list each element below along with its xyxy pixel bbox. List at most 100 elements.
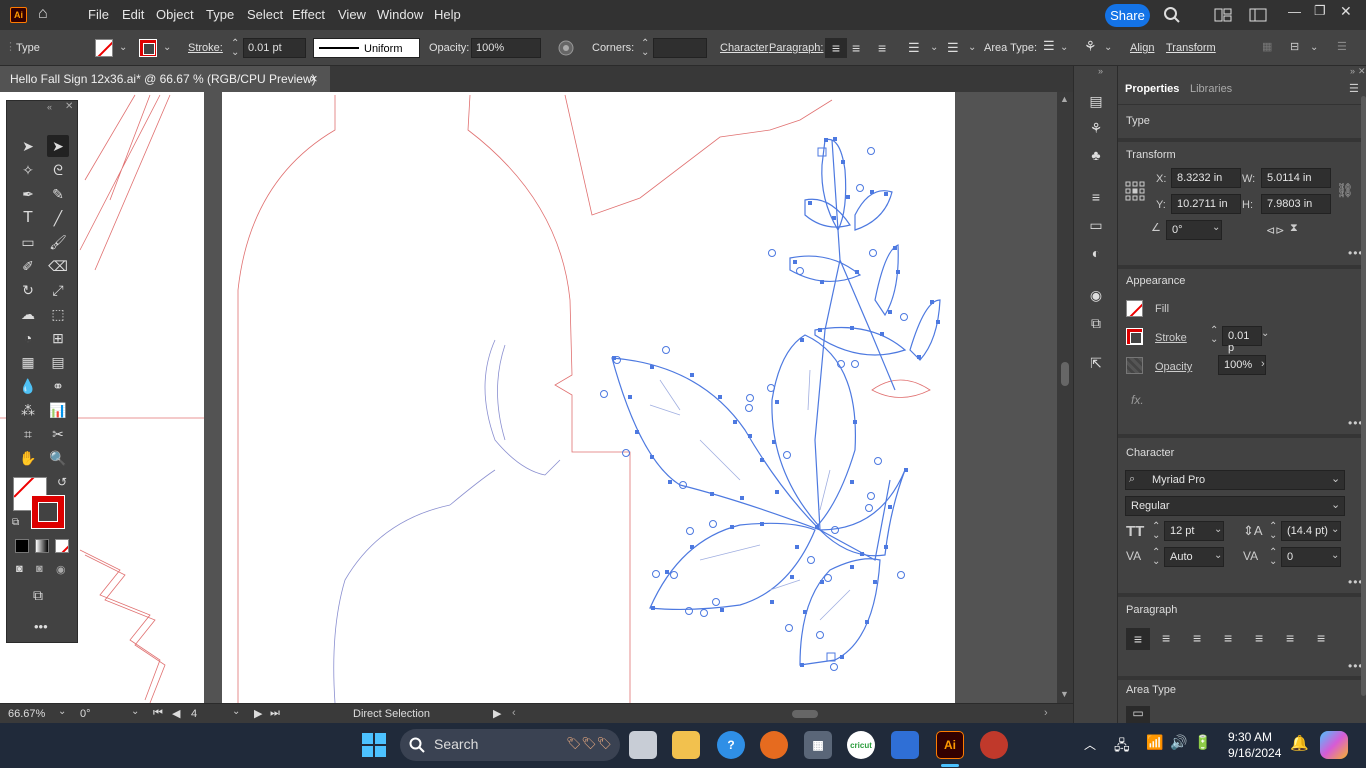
menu-object[interactable]: Object [156, 7, 194, 22]
font-size-stepper-icon[interactable]: ⌃ ⌄ [1152, 522, 1160, 541]
chevron-down-icon[interactable]: ⌄ [232, 706, 240, 717]
justify-all-icon[interactable]: ≡ [1317, 630, 1325, 646]
menu-effect[interactable]: Effect [292, 7, 325, 22]
justify-right-icon[interactable]: ≡ [1286, 630, 1294, 646]
numbered-list-icon[interactable]: ☰ [947, 40, 959, 56]
brushes-panel-icon[interactable]: ⚘ [1087, 119, 1105, 137]
design-space-icon[interactable] [980, 731, 1008, 759]
scrollbar-thumb[interactable] [1061, 362, 1069, 386]
tab-properties[interactable]: Properties [1125, 83, 1179, 95]
chevron-down-icon[interactable]: ⌄ [1331, 550, 1339, 561]
flip-vertical-icon[interactable]: ⧗ [1290, 222, 1298, 235]
screen-mode-icon[interactable]: ⧉ [33, 587, 43, 604]
flip-horizontal-icon[interactable]: ⊲⊳ [1266, 224, 1284, 237]
collapse-panels-icon[interactable]: » [1098, 66, 1103, 76]
stroke-stepper-icon[interactable]: ⌃ ⌄ [1210, 326, 1218, 345]
stroke-label[interactable]: Stroke [1155, 332, 1187, 344]
stroke-profile-select[interactable]: Uniform [313, 38, 420, 58]
appearance-panel-icon[interactable]: ◉ [1087, 286, 1105, 304]
recolor-icon[interactable] [557, 39, 575, 57]
mesh-tool-icon[interactable]: ▦ [17, 351, 39, 373]
cricut-icon[interactable]: cricut [847, 731, 875, 759]
perspective-grid-tool-icon[interactable]: ⊞ [47, 327, 69, 349]
align-left-icon[interactable]: ≡ [825, 38, 847, 58]
chevron-down-icon[interactable]: ⌄ [58, 706, 66, 717]
chevron-down-icon[interactable]: ⌄ [1060, 42, 1068, 53]
panel-menu-icon[interactable]: ☰ [1349, 82, 1359, 95]
draw-inside-icon[interactable]: ◉ [56, 563, 66, 576]
align-right-icon[interactable]: ≡ [1193, 630, 1201, 646]
menu-help[interactable]: Help [434, 7, 461, 22]
reference-point-icon[interactable] [1125, 181, 1145, 201]
wifi-icon[interactable]: 📶 [1146, 734, 1163, 751]
artboards-panel-icon[interactable]: ▤ [1087, 92, 1105, 110]
opacity-label[interactable]: Opacity [1155, 361, 1192, 373]
paintbrush-tool-icon[interactable]: 🖌 [47, 231, 69, 253]
y-input[interactable]: 10.2711 in [1171, 194, 1241, 214]
symbol-sprayer-tool-icon[interactable]: ⁂ [17, 399, 39, 421]
none-mode-icon[interactable] [55, 539, 69, 553]
scroll-left-icon[interactable]: ‹ [512, 707, 516, 719]
chevron-down-icon[interactable]: ⌄ [1212, 222, 1220, 233]
symbols-panel-icon[interactable]: ♣ [1087, 146, 1105, 164]
vertical-scrollbar[interactable]: ▲ ▼ [1057, 92, 1073, 703]
workspace-icon[interactable] [1249, 8, 1267, 22]
stroke-stepper-icon[interactable]: ⌃ ⌄ [231, 39, 239, 58]
stroke-weight-input[interactable]: 0.01 p [1222, 326, 1262, 354]
last-artboard-icon[interactable]: ⏭ [270, 707, 280, 720]
tab-libraries[interactable]: Libraries [1190, 83, 1232, 95]
color-mode-icon[interactable] [15, 539, 29, 553]
minimize-icon[interactable]: — [1288, 4, 1301, 19]
get-help-icon[interactable]: ? [717, 731, 745, 759]
restore-icon[interactable]: ❐ [1314, 3, 1326, 19]
panel-menu-icon[interactable]: ☰ [1337, 40, 1347, 53]
fill-swatch[interactable] [95, 39, 113, 57]
justify-left-icon[interactable]: ≡ [1224, 630, 1232, 646]
column-graph-tool-icon[interactable]: 📊 [47, 399, 69, 421]
scroll-down-icon[interactable]: ▼ [1060, 689, 1069, 699]
stroke-swatch[interactable] [139, 39, 157, 57]
align-right-icon[interactable]: ≡ [878, 40, 886, 56]
kerning-stepper-icon[interactable]: ⌃ ⌄ [1152, 548, 1160, 567]
arrange-documents-icon[interactable] [1214, 8, 1232, 22]
file-explorer-icon[interactable] [672, 731, 700, 759]
panel-scrollbar-thumb[interactable] [1361, 96, 1366, 696]
curvature-tool-icon[interactable]: ✎ [47, 183, 69, 205]
lasso-tool-icon[interactable]: ᘓ [47, 159, 69, 181]
x-input[interactable]: 8.3232 in [1171, 168, 1241, 188]
h-input[interactable]: 7.9803 in [1261, 194, 1331, 214]
menu-view[interactable]: View [338, 7, 366, 22]
chevron-right-icon[interactable]: › [1261, 358, 1265, 370]
area-type-option-icon[interactable]: ▭ [1126, 706, 1150, 723]
menu-select[interactable]: Select [247, 7, 283, 22]
stroke-color-swatch[interactable] [31, 495, 65, 529]
status-menu-icon[interactable]: ▶ [493, 707, 501, 720]
grid-align-icon[interactable]: ▦ [1262, 40, 1272, 53]
panel-scrollbar[interactable] [1361, 96, 1366, 723]
slice-tool-icon[interactable]: ✂ [47, 423, 69, 445]
magic-wand-tool-icon[interactable]: ✧ [17, 159, 39, 181]
artboard-number[interactable]: 4 [191, 708, 197, 720]
share-button[interactable]: Share [1105, 4, 1150, 27]
document-tab[interactable]: Hello Fall Sign 12x36.ai* @ 66.67 % (RGB… [0, 66, 330, 92]
stroke-weight-input[interactable]: 0.01 pt [243, 38, 306, 58]
font-family-select[interactable]: ⌕ Myriad Pro ⌄ [1125, 470, 1345, 490]
collapse-icon[interactable]: » [1350, 66, 1355, 76]
layers-panel-icon[interactable]: ⧉ [1087, 314, 1105, 332]
align-link[interactable]: Align [1130, 42, 1154, 54]
scroll-up-icon[interactable]: ▲ [1060, 94, 1069, 104]
clock-date[interactable]: 9/16/2024 [1228, 746, 1281, 760]
transparency-panel-icon[interactable]: ◐ [1087, 244, 1105, 262]
transform-link[interactable]: Transform [1166, 42, 1216, 54]
opacity-label[interactable]: Opacity: [429, 42, 469, 54]
artwork-layer[interactable] [0, 92, 1057, 703]
default-colors-icon[interactable]: ⧉ [12, 517, 19, 528]
illustrator-taskbar-icon[interactable]: Ai [936, 731, 964, 759]
draw-normal-icon[interactable]: ◙ [16, 563, 23, 575]
align-left-icon[interactable]: ≡ [1126, 628, 1150, 650]
swap-colors-icon[interactable]: ↺ [57, 475, 67, 489]
eraser-tool-icon[interactable]: ⌫ [47, 255, 69, 277]
microsoft-store-icon[interactable] [891, 731, 919, 759]
align-center-icon[interactable]: ≡ [852, 40, 860, 56]
zoom-tool-icon[interactable]: 🔍 [47, 447, 69, 469]
